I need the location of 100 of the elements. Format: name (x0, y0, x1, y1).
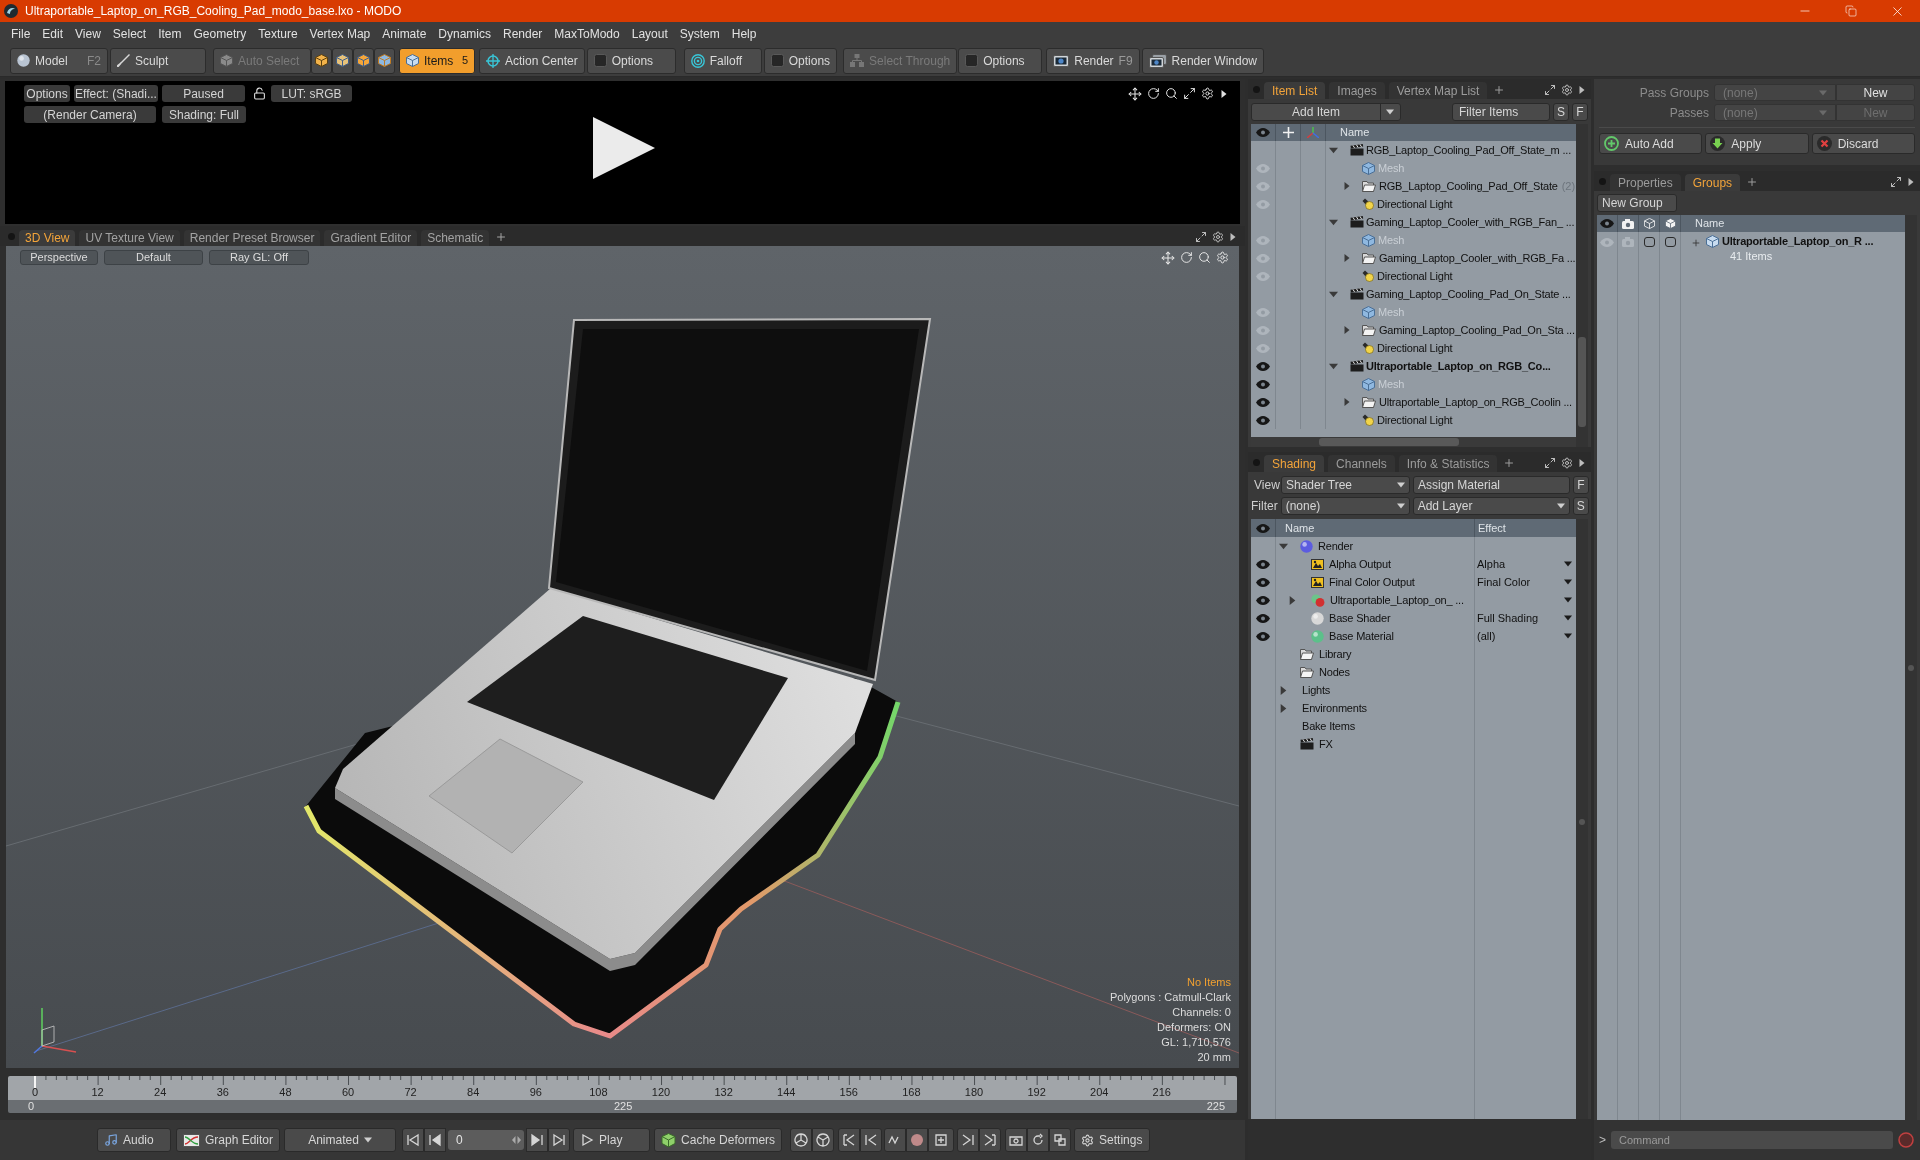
scrollbar[interactable] (1908, 665, 1914, 671)
shader-item-name[interactable]: Lights (1302, 684, 1331, 696)
caret-right-icon[interactable] (1220, 89, 1228, 98)
key-target-button[interactable] (928, 1128, 955, 1152)
panel-tab[interactable]: Vertex Map List (1388, 82, 1488, 99)
maximize-icon[interactable] (1195, 231, 1207, 243)
collapsed-arrow-icon[interactable] (1288, 595, 1297, 605)
panel-tab[interactable]: Shading (1264, 455, 1325, 472)
group-action-button[interactable]: Apply (1705, 133, 1809, 154)
eye-icon[interactable] (1256, 397, 1270, 407)
preview-button[interactable]: (Render Camera) (24, 106, 156, 123)
scene-name[interactable]: Gaming_Laptop_Cooler_with_RGB_Fan_ ... (1366, 216, 1575, 228)
eye-icon[interactable] (1600, 219, 1614, 228)
step-forward-button[interactable] (526, 1128, 549, 1152)
toolbar-button[interactable]: Cache Deformers (654, 1128, 783, 1152)
add-tab-icon[interactable] (1746, 176, 1759, 188)
dropdown-caret-icon[interactable] (1564, 614, 1572, 622)
effect-value[interactable]: (all) (1477, 630, 1496, 642)
squares-button[interactable] (1049, 1128, 1072, 1152)
selection-mode-button[interactable] (332, 47, 353, 74)
menu-item[interactable]: Item (152, 27, 188, 40)
expanded-arrow-icon[interactable] (1329, 361, 1338, 371)
dropdown-caret-icon[interactable] (1564, 578, 1572, 586)
viewport-button[interactable]: Perspective (20, 250, 98, 265)
menu-item[interactable]: Layout (625, 27, 674, 40)
open-padlock-icon[interactable] (253, 87, 266, 100)
eye-icon[interactable] (1256, 379, 1270, 389)
add-layer-dropdown[interactable]: Add Layer (1412, 496, 1570, 515)
item-name[interactable]: Ultraportable_Laptop_on_RGB_Coolin ... (1379, 396, 1572, 408)
shader-item-name[interactable]: FX (1319, 738, 1333, 750)
toolbar-button[interactable]: Audio (97, 1128, 171, 1152)
caret-right-icon[interactable] (1907, 178, 1915, 186)
key-forward-button[interactable] (957, 1128, 980, 1152)
settings-icon[interactable] (1561, 84, 1573, 96)
curve-key-button[interactable] (884, 1128, 907, 1152)
item-name[interactable]: Gaming_Laptop_Cooler_with_RGB_Fa ... (1379, 252, 1576, 264)
shader-item-name[interactable]: Bake Items (1302, 720, 1356, 732)
dropdown-caret-icon[interactable] (1564, 560, 1572, 568)
toolbar-button[interactable]: Action Center (479, 47, 585, 74)
column-header[interactable]: Name (1681, 215, 1725, 232)
item-name[interactable]: Directional Light (1377, 414, 1453, 426)
shader-item-name[interactable]: Alpha Output (1329, 558, 1391, 570)
filter-key-button[interactable]: F (1572, 102, 1588, 121)
ring-icon[interactable] (1898, 1132, 1914, 1148)
checkbox[interactable] (1643, 237, 1655, 247)
expanded-arrow-icon[interactable] (1329, 145, 1338, 155)
new-group-button[interactable]: New Group (1597, 194, 1677, 212)
expanded-arrow-icon[interactable] (1329, 217, 1338, 227)
shader-item-name[interactable]: Final Color Output (1329, 576, 1415, 588)
dropdown-caret-icon[interactable] (1564, 596, 1572, 604)
caret-down-icon[interactable] (1397, 480, 1405, 489)
expanded-arrow-icon[interactable] (1329, 289, 1338, 299)
toolbar-button[interactable]: Model F2 (10, 47, 108, 74)
item-name[interactable]: Directional Light (1377, 342, 1453, 354)
viewport-tab[interactable]: Schematic (421, 230, 490, 246)
caret-down-icon[interactable] (363, 1136, 372, 1144)
new-button[interactable]: New (1836, 84, 1915, 101)
wheel-button[interactable] (812, 1128, 835, 1152)
caret-right-icon[interactable] (1578, 459, 1586, 467)
panel-tab[interactable]: Groups (1684, 174, 1741, 191)
scene-name[interactable]: Gaming_Laptop_Cooling_Pad_On_State ... (1366, 288, 1571, 300)
eye-icon[interactable] (1256, 613, 1270, 623)
settings-icon[interactable] (1561, 457, 1573, 469)
checkbox[interactable] (1664, 237, 1676, 247)
caret-down-icon[interactable] (1386, 107, 1394, 116)
group-action-button[interactable]: Discard (1811, 133, 1915, 154)
camera-button[interactable] (1005, 1128, 1028, 1152)
column-header[interactable]: Name (1276, 519, 1475, 537)
eye-icon[interactable] (1256, 361, 1270, 371)
move-icon[interactable] (1128, 86, 1142, 101)
key-back-button[interactable] (838, 1128, 861, 1152)
skip-to-end-button[interactable] (548, 1128, 571, 1152)
toolbar-button[interactable]: Falloff (683, 47, 762, 74)
eye-icon[interactable] (1256, 559, 1270, 569)
shader-item-name[interactable]: Nodes (1319, 666, 1350, 678)
panel-tab[interactable]: Info & Statistics (1398, 455, 1498, 472)
column-header[interactable]: Name (1326, 124, 1370, 141)
play-button[interactable]: Play (573, 1128, 651, 1152)
maximize-icon[interactable] (1183, 87, 1196, 100)
scrollbar[interactable] (1319, 438, 1459, 446)
refresh-button[interactable] (1027, 1128, 1050, 1152)
expand-icon[interactable] (1691, 238, 1701, 248)
eye-icon[interactable] (1256, 577, 1270, 587)
menu-item[interactable]: View (69, 27, 107, 40)
collapsed-arrow-icon[interactable] (1279, 703, 1288, 713)
mode-dropdown[interactable]: Animated (284, 1128, 397, 1152)
skip-to-start-button[interactable] (402, 1128, 425, 1152)
search-icon[interactable] (1165, 87, 1178, 100)
group-action-button[interactable]: Auto Add (1599, 133, 1703, 154)
shader-item-name[interactable]: Ultraportable_Laptop_on_ ... (1330, 594, 1464, 606)
scene-name[interactable]: Ultraportable_Laptop_on_RGB_Co... (1366, 360, 1551, 372)
collapsed-arrow-icon[interactable] (1343, 326, 1351, 334)
menu-item[interactable]: Edit (36, 27, 70, 40)
view-dropdown[interactable]: Shader Tree (1281, 475, 1410, 494)
collapsed-arrow-icon[interactable] (1279, 685, 1288, 695)
caret-right-icon[interactable] (1229, 233, 1237, 241)
shader-item-name[interactable]: Library (1319, 648, 1352, 660)
dropdown-caret-icon[interactable] (1564, 632, 1572, 640)
menu-item[interactable]: Geometry (187, 27, 253, 40)
panel-tab[interactable]: Channels (1328, 455, 1395, 472)
